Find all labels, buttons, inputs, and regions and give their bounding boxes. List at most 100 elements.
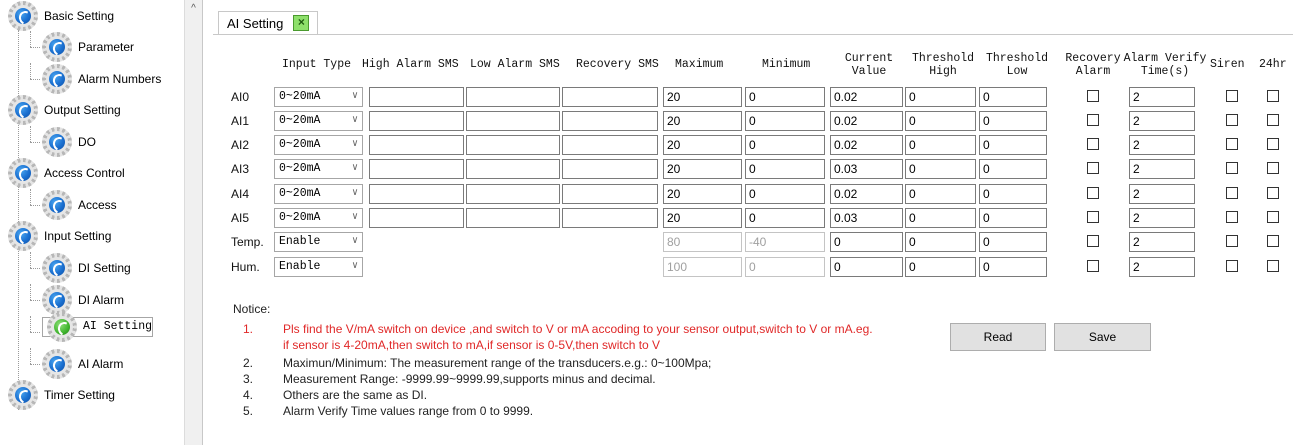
current-value-field[interactable]: 0.02: [830, 111, 903, 131]
sidebar-item-ai-setting[interactable]: AI Setting: [42, 312, 154, 342]
alarm-verify-time-field[interactable]: 2: [1129, 87, 1195, 107]
input-type-select[interactable]: 0~20mA ∨: [274, 159, 363, 179]
high-alarm-sms-field[interactable]: [369, 208, 464, 228]
recovery-alarm-checkbox[interactable]: [1087, 90, 1099, 102]
threshold-low-field[interactable]: 0: [979, 257, 1047, 277]
maximum-field[interactable]: 20: [663, 87, 742, 107]
low-alarm-sms-field[interactable]: [466, 135, 560, 155]
24hr-checkbox[interactable]: [1267, 90, 1279, 102]
tab-ai-setting[interactable]: AI Setting ×: [218, 11, 319, 34]
recovery-sms-field[interactable]: [562, 111, 658, 131]
siren-checkbox[interactable]: [1226, 162, 1238, 174]
siren-checkbox[interactable]: [1226, 114, 1238, 126]
current-value-field[interactable]: 0.02: [830, 135, 903, 155]
siren-checkbox[interactable]: [1226, 90, 1238, 102]
scroll-up-arrow-icon[interactable]: ^: [185, 0, 202, 17]
threshold-high-field[interactable]: 0: [905, 208, 976, 228]
siren-checkbox[interactable]: [1226, 187, 1238, 199]
alarm-verify-time-field[interactable]: 2: [1129, 208, 1195, 228]
sidebar-scrollbar[interactable]: ^: [184, 0, 202, 445]
current-value-field[interactable]: 0.02: [830, 184, 903, 204]
recovery-alarm-checkbox[interactable]: [1087, 211, 1099, 223]
recovery-alarm-checkbox[interactable]: [1087, 114, 1099, 126]
minimum-field[interactable]: 0: [745, 135, 825, 155]
input-type-select[interactable]: 0~20mA ∨: [274, 208, 363, 228]
siren-checkbox[interactable]: [1226, 138, 1238, 150]
threshold-high-field[interactable]: 0: [905, 159, 976, 179]
recovery-sms-field[interactable]: [562, 87, 658, 107]
recovery-alarm-checkbox[interactable]: [1087, 138, 1099, 150]
sidebar-item-access[interactable]: Access: [42, 190, 117, 220]
high-alarm-sms-field[interactable]: [369, 159, 464, 179]
low-alarm-sms-field[interactable]: [466, 159, 560, 179]
sidebar-item-di-alarm[interactable]: DI Alarm: [42, 285, 124, 315]
sidebar-item-input-setting[interactable]: Input Setting: [8, 221, 111, 251]
sidebar-item-ai-alarm[interactable]: AI Alarm: [42, 349, 123, 379]
siren-checkbox[interactable]: [1226, 260, 1238, 272]
24hr-checkbox[interactable]: [1267, 235, 1279, 247]
input-type-select[interactable]: Enable ∨: [274, 257, 363, 277]
input-type-select[interactable]: 0~20mA ∨: [274, 87, 363, 107]
24hr-checkbox[interactable]: [1267, 162, 1279, 174]
24hr-checkbox[interactable]: [1267, 187, 1279, 199]
low-alarm-sms-field[interactable]: [466, 111, 560, 131]
minimum-field[interactable]: 0: [745, 184, 825, 204]
save-button[interactable]: Save: [1054, 323, 1151, 351]
tab-close-icon[interactable]: ×: [293, 15, 310, 31]
threshold-high-field[interactable]: 0: [905, 232, 976, 252]
threshold-low-field[interactable]: 0: [979, 87, 1047, 107]
sidebar-item-alarm-numbers[interactable]: Alarm Numbers: [42, 64, 161, 94]
current-value-field[interactable]: 0: [830, 232, 903, 252]
input-type-select[interactable]: Enable ∨: [274, 232, 363, 252]
24hr-checkbox[interactable]: [1267, 138, 1279, 150]
maximum-field[interactable]: 20: [663, 208, 742, 228]
current-value-field[interactable]: 0.02: [830, 87, 903, 107]
recovery-sms-field[interactable]: [562, 135, 658, 155]
recovery-sms-field[interactable]: [562, 159, 658, 179]
input-type-select[interactable]: 0~20mA ∨: [274, 135, 363, 155]
alarm-verify-time-field[interactable]: 2: [1129, 257, 1195, 277]
recovery-sms-field[interactable]: [562, 208, 658, 228]
maximum-field[interactable]: 20: [663, 111, 742, 131]
sidebar-item-access-control[interactable]: Access Control: [8, 158, 125, 188]
alarm-verify-time-field[interactable]: 2: [1129, 232, 1195, 252]
24hr-checkbox[interactable]: [1267, 211, 1279, 223]
high-alarm-sms-field[interactable]: [369, 184, 464, 204]
maximum-field[interactable]: 20: [663, 159, 742, 179]
sidebar-item-do[interactable]: DO: [42, 127, 96, 157]
sidebar-item-timer-setting[interactable]: Timer Setting: [8, 380, 115, 410]
siren-checkbox[interactable]: [1226, 235, 1238, 247]
input-type-select[interactable]: 0~20mA ∨: [274, 111, 363, 131]
maximum-field[interactable]: 20: [663, 135, 742, 155]
siren-checkbox[interactable]: [1226, 211, 1238, 223]
alarm-verify-time-field[interactable]: 2: [1129, 184, 1195, 204]
low-alarm-sms-field[interactable]: [466, 184, 560, 204]
alarm-verify-time-field[interactable]: 2: [1129, 159, 1195, 179]
sidebar-item-di-setting[interactable]: DI Setting: [42, 253, 131, 283]
threshold-low-field[interactable]: 0: [979, 111, 1047, 131]
threshold-low-field[interactable]: 0: [979, 184, 1047, 204]
threshold-high-field[interactable]: 0: [905, 111, 976, 131]
24hr-checkbox[interactable]: [1267, 114, 1279, 126]
low-alarm-sms-field[interactable]: [466, 87, 560, 107]
24hr-checkbox[interactable]: [1267, 260, 1279, 272]
recovery-alarm-checkbox[interactable]: [1087, 235, 1099, 247]
threshold-high-field[interactable]: 0: [905, 87, 976, 107]
high-alarm-sms-field[interactable]: [369, 87, 464, 107]
minimum-field[interactable]: 0: [745, 111, 825, 131]
threshold-low-field[interactable]: 0: [979, 135, 1047, 155]
current-value-field[interactable]: 0: [830, 257, 903, 277]
threshold-low-field[interactable]: 0: [979, 159, 1047, 179]
sidebar-item-parameter[interactable]: Parameter: [42, 32, 134, 62]
threshold-low-field[interactable]: 0: [979, 208, 1047, 228]
high-alarm-sms-field[interactable]: [369, 135, 464, 155]
recovery-alarm-checkbox[interactable]: [1087, 260, 1099, 272]
minimum-field[interactable]: 0: [745, 87, 825, 107]
minimum-field[interactable]: 0: [745, 159, 825, 179]
sidebar-item-basic-setting[interactable]: Basic Setting: [8, 1, 114, 31]
maximum-field[interactable]: 20: [663, 184, 742, 204]
read-button[interactable]: Read: [950, 323, 1046, 351]
low-alarm-sms-field[interactable]: [466, 208, 560, 228]
threshold-high-field[interactable]: 0: [905, 184, 976, 204]
minimum-field[interactable]: 0: [745, 208, 825, 228]
